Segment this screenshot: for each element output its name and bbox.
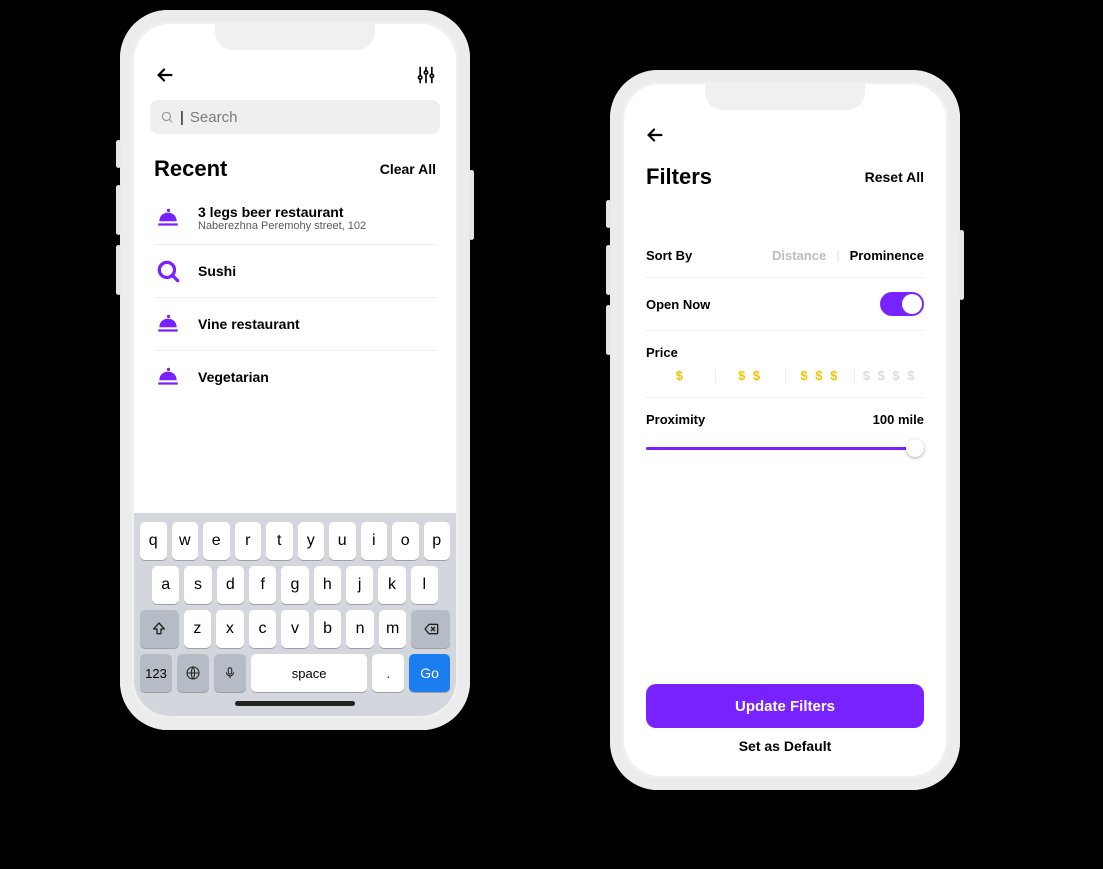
sort-label: Sort By <box>646 248 692 263</box>
side-button <box>606 305 611 355</box>
home-indicator[interactable] <box>235 701 355 706</box>
sort-option-distance[interactable]: Distance <box>772 248 826 263</box>
phone-filters: Filters Reset All Sort By Distance | Pro… <box>610 70 960 790</box>
open-now-toggle[interactable] <box>880 292 924 316</box>
back-arrow-icon[interactable] <box>644 124 666 146</box>
key[interactable]: j <box>346 566 373 604</box>
key[interactable]: v <box>281 610 309 648</box>
phone-search: | Search Recent Clear All 3 legs beer re… <box>120 10 470 730</box>
filters-title: Filters <box>646 164 712 190</box>
list-item[interactable]: 3 legs beer restaurant Naberezhna Peremo… <box>154 192 436 245</box>
sort-option-prominence[interactable]: Prominence <box>850 248 924 263</box>
side-button <box>116 245 121 295</box>
side-button <box>116 140 121 168</box>
key[interactable]: q <box>140 522 167 560</box>
backspace-key[interactable] <box>411 610 450 648</box>
recent-title: Recent <box>154 156 227 182</box>
list-item[interactable]: Vine restaurant <box>154 298 436 351</box>
item-title: 3 legs beer restaurant <box>198 204 366 220</box>
side-button <box>469 170 474 240</box>
price-level-3[interactable]: $ $ $ <box>786 368 856 383</box>
key[interactable]: d <box>217 566 244 604</box>
price-label: Price <box>646 345 924 360</box>
update-filters-button[interactable]: Update Filters <box>646 684 924 728</box>
item-title: Vine restaurant <box>198 316 300 332</box>
item-title: Sushi <box>198 263 236 279</box>
price-level-2[interactable]: $ $ <box>716 368 786 383</box>
key[interactable]: n <box>346 610 374 648</box>
slider-knob[interactable] <box>906 439 924 457</box>
globe-key[interactable] <box>177 654 209 692</box>
cloche-icon <box>154 363 182 391</box>
proximity-slider[interactable] <box>646 439 924 457</box>
go-key[interactable]: Go <box>409 654 450 692</box>
key[interactable]: l <box>411 566 438 604</box>
side-button <box>116 185 121 235</box>
dot-key[interactable]: . <box>372 654 404 692</box>
key[interactable]: p <box>424 522 451 560</box>
list-item[interactable]: Sushi <box>154 245 436 298</box>
reset-all-button[interactable]: Reset All <box>865 169 924 185</box>
sliders-icon[interactable] <box>416 65 436 85</box>
back-arrow-icon[interactable] <box>154 64 176 86</box>
search-placeholder: Search <box>190 109 238 126</box>
proximity-value: 100 mile <box>873 412 924 427</box>
list-item[interactable]: Vegetarian <box>154 351 436 403</box>
shift-key[interactable] <box>140 610 179 648</box>
key[interactable]: c <box>249 610 277 648</box>
key[interactable]: o <box>392 522 419 560</box>
key[interactable]: z <box>184 610 212 648</box>
key[interactable]: h <box>314 566 341 604</box>
key[interactable]: b <box>314 610 342 648</box>
key[interactable]: a <box>152 566 179 604</box>
key[interactable]: r <box>235 522 262 560</box>
notch <box>705 84 865 110</box>
set-default-button[interactable]: Set as Default <box>646 738 924 754</box>
price-level-4[interactable]: $ $ $ $ <box>855 368 924 383</box>
cloche-icon <box>154 310 182 338</box>
search-input[interactable]: | Search <box>150 100 440 134</box>
key[interactable]: u <box>329 522 356 560</box>
key[interactable]: m <box>379 610 407 648</box>
key[interactable]: x <box>216 610 244 648</box>
search-icon <box>154 257 182 285</box>
recent-list: 3 legs beer restaurant Naberezhna Peremo… <box>134 192 456 403</box>
proximity-label: Proximity <box>646 412 705 427</box>
key[interactable]: w <box>172 522 199 560</box>
search-icon <box>160 110 174 124</box>
side-button <box>959 230 964 300</box>
separator: | <box>836 248 839 263</box>
key[interactable]: i <box>361 522 388 560</box>
clear-all-button[interactable]: Clear All <box>380 161 436 177</box>
mic-key[interactable] <box>214 654 246 692</box>
item-title: Vegetarian <box>198 369 269 385</box>
notch <box>215 24 375 50</box>
side-button <box>606 200 611 228</box>
cloche-icon <box>154 204 182 232</box>
key[interactable]: k <box>378 566 405 604</box>
item-sub: Naberezhna Peremohy street, 102 <box>198 220 366 232</box>
open-now-label: Open Now <box>646 297 710 312</box>
side-button <box>606 245 611 295</box>
key[interactable]: s <box>184 566 211 604</box>
key[interactable]: f <box>249 566 276 604</box>
keyboard: q w e r t y u i o p a s d f g h j k l <box>134 513 456 716</box>
price-level-1[interactable]: $ <box>646 368 716 383</box>
key[interactable]: y <box>298 522 325 560</box>
key[interactable]: t <box>266 522 293 560</box>
key[interactable]: g <box>281 566 308 604</box>
slider-track <box>646 447 924 450</box>
key[interactable]: e <box>203 522 230 560</box>
text-caret: | <box>180 109 184 126</box>
space-key[interactable]: space <box>251 654 367 692</box>
numbers-key[interactable]: 123 <box>140 654 172 692</box>
